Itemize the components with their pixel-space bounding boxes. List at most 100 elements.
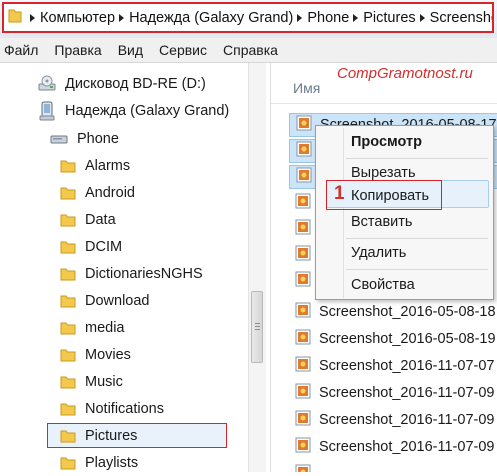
menu-separator	[346, 158, 488, 159]
menu-item-paste[interactable]: Вставить	[351, 214, 412, 230]
header-divider	[271, 103, 497, 104]
folder-icon	[60, 401, 76, 417]
storage-icon	[50, 132, 68, 146]
tree-folder-data[interactable]: Data	[60, 207, 116, 233]
image-file-icon	[295, 219, 311, 239]
context-menu: Просмотр Вырезать 1 Копировать Вставить …	[315, 125, 494, 300]
file-row[interactable]: Screenshot_2016-05-08-19	[289, 327, 497, 351]
image-file-icon	[296, 115, 312, 135]
tree-folder-movies[interactable]: Movies	[60, 342, 131, 368]
file-row[interactable]: Screenshot_2016-11-07-09	[289, 381, 497, 405]
image-file-icon	[295, 329, 311, 349]
file-name: Screenshot_2016-11-07-09	[319, 385, 495, 401]
breadcrumb-arrow-icon	[419, 13, 425, 22]
grip-line	[255, 326, 260, 327]
menu-item-cut[interactable]: Вырезать	[351, 165, 416, 181]
watermark: CompGramotnost.ru	[337, 65, 473, 82]
tree-item-label: Data	[85, 212, 116, 228]
tree-item-label: Music	[85, 374, 123, 390]
tree-folder-music[interactable]: Music	[60, 369, 123, 395]
file-name: Screenshot_2016-11-07-09	[319, 412, 495, 428]
menu-separator	[346, 238, 488, 239]
step-number-badge: 1	[334, 183, 345, 204]
tree-item-label: Alarms	[85, 158, 131, 174]
scrollbar-thumb[interactable]	[251, 291, 263, 363]
breadcrumb-pictures[interactable]: Pictures	[349, 10, 416, 26]
folder-icon	[60, 239, 76, 255]
grip-line	[255, 329, 260, 330]
file-row[interactable]	[289, 462, 497, 472]
tree-folder-pictures[interactable]: Pictures	[60, 423, 137, 449]
file-row[interactable]: Screenshot_2016-11-07-09	[289, 408, 497, 432]
image-file-icon	[295, 245, 311, 265]
tree-item-phone[interactable]: Phone	[50, 126, 119, 152]
menu-bar: Файл Правка Вид Сервис Справка	[0, 38, 497, 63]
breadcrumb-label: Screenshots	[429, 9, 492, 26]
image-file-icon	[295, 193, 311, 213]
tree-folder-download[interactable]: Download	[60, 288, 150, 314]
breadcrumb-phone[interactable]: Phone	[293, 10, 349, 26]
folder-icon	[60, 428, 76, 444]
tree-item-drive[interactable]: Дисковод BD-RE (D:)	[38, 71, 206, 97]
tree-folder-dictionaries[interactable]: DictionariesNGHS	[60, 261, 203, 287]
breadcrumb-arrow-icon	[297, 13, 303, 22]
file-name: Screenshot_2016-11-07-07	[319, 358, 495, 374]
menu-gutter	[343, 128, 344, 298]
image-file-icon	[296, 141, 312, 161]
tree-item-label: Notifications	[85, 401, 164, 417]
disc-drive-icon	[38, 75, 56, 93]
folder-icon	[60, 185, 76, 201]
tree-folder-notifications[interactable]: Notifications	[60, 396, 164, 422]
breadcrumb-computer[interactable]: Компьютер	[26, 10, 115, 26]
tree-item-label: Надежда (Galaxy Grand)	[65, 103, 230, 119]
menu-tools[interactable]: Сервис	[151, 42, 215, 58]
folder-icon	[60, 293, 76, 309]
file-name: Screenshot_2016-05-08-18	[319, 304, 496, 320]
breadcrumb-arrow-icon	[30, 13, 35, 22]
tree-item-label: Дисковод BD-RE (D:)	[65, 76, 206, 92]
tree-item-label: Download	[85, 293, 150, 309]
tree-item-label: Android	[85, 185, 135, 201]
file-row[interactable]: Screenshot_2016-05-08-18	[289, 300, 497, 324]
menu-item-copy[interactable]: Копировать	[351, 188, 429, 204]
breadcrumb-screenshots[interactable]: Screenshots	[416, 9, 492, 26]
folder-icon	[8, 7, 22, 28]
image-file-icon	[295, 437, 311, 457]
folder-icon	[60, 374, 76, 390]
menu-help[interactable]: Справка	[215, 42, 286, 58]
nav-scrollbar[interactable]	[248, 63, 266, 472]
column-header-name[interactable]: Имя	[293, 80, 320, 96]
tree-folder-android[interactable]: Android	[60, 180, 135, 206]
tree-item-device[interactable]: Надежда (Galaxy Grand)	[38, 98, 229, 124]
image-file-icon	[295, 383, 311, 403]
address-bar-container: Компьютер Надежда (Galaxy Grand) Phone P…	[0, 0, 497, 38]
folder-icon	[60, 212, 76, 228]
tree-item-label: media	[85, 320, 125, 336]
grip-line	[255, 323, 260, 324]
image-file-icon	[296, 167, 312, 187]
tree-folder-media[interactable]: media	[60, 315, 125, 341]
folder-icon	[60, 347, 76, 363]
breadcrumb-arrow-icon	[119, 13, 125, 22]
tree-folder-alarms[interactable]: Alarms	[60, 153, 130, 179]
file-row[interactable]: Screenshot_2016-11-07-07	[289, 354, 497, 378]
menu-separator	[346, 269, 488, 270]
breadcrumb-label: Надежда (Galaxy Grand)	[129, 9, 294, 26]
image-file-icon	[295, 464, 311, 472]
menu-edit[interactable]: Правка	[46, 42, 109, 58]
tree-item-label: Movies	[85, 347, 131, 363]
tree-folder-playlists[interactable]: Playlists	[60, 450, 138, 476]
menu-item-properties[interactable]: Свойства	[351, 277, 415, 293]
breadcrumb-device[interactable]: Надежда (Galaxy Grand)	[115, 10, 293, 26]
menu-item-view[interactable]: Просмотр	[351, 134, 422, 150]
tree-folder-dcim[interactable]: DCIM	[60, 234, 122, 260]
file-row[interactable]: Screenshot_2016-11-07-09	[289, 435, 497, 459]
menu-file[interactable]: Файл	[0, 42, 46, 58]
menu-item-delete[interactable]: Удалить	[351, 245, 406, 261]
folder-icon	[60, 455, 76, 471]
address-bar[interactable]: Компьютер Надежда (Galaxy Grand) Phone P…	[2, 2, 494, 33]
tree-item-label: Pictures	[85, 428, 138, 444]
folder-icon	[60, 266, 76, 282]
menu-view[interactable]: Вид	[110, 42, 151, 58]
image-file-icon	[295, 271, 311, 291]
